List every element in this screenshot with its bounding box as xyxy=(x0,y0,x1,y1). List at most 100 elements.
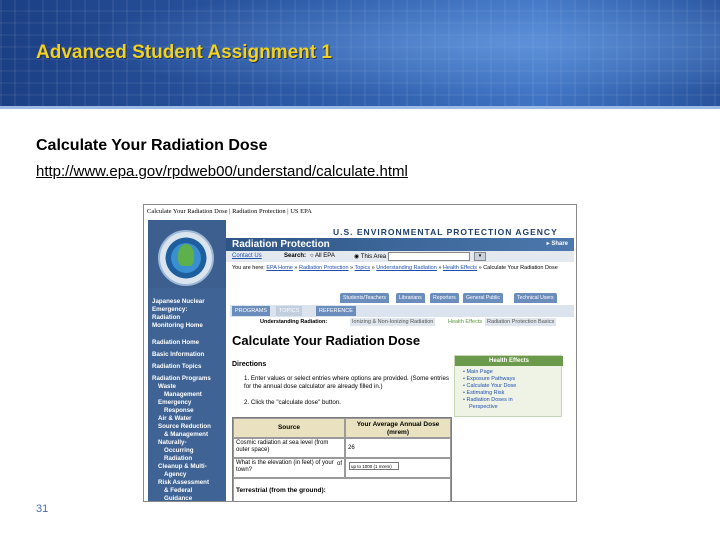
tab-programs[interactable]: PROGRAMS xyxy=(232,306,271,316)
he-exposure-label: Exposure Pathways xyxy=(466,376,516,382)
epa-seal-icon xyxy=(158,230,214,286)
tab-protection-basics[interactable]: Radiation Protection Basics xyxy=(485,318,557,326)
agency-name: U.S. ENVIRONMENTAL PROTECTION AGENCY xyxy=(333,227,558,237)
nav-source-management[interactable]: & Management xyxy=(164,431,208,438)
directions-heading: Directions xyxy=(232,361,267,368)
section-tabs: PROGRAMS TOPICS REFERENCE xyxy=(230,305,574,317)
tab-reporters[interactable]: Reporters xyxy=(430,293,459,303)
audience-tabs: Students/Teachers Librarians Reporters G… xyxy=(230,291,574,305)
nav-source-reduction[interactable]: Source Reduction xyxy=(158,423,211,430)
share-label: Share xyxy=(551,241,568,247)
nav-radiation-topics[interactable]: Radiation Topics xyxy=(152,363,201,370)
tab-students-teachers[interactable]: Students/Teachers xyxy=(340,293,389,303)
nav-guidance[interactable]: Guidance xyxy=(164,495,192,501)
dose-calculator-table: Source Your Average Annual Dose (mrem) C… xyxy=(232,417,452,501)
radio-all-epa-label: All EPA xyxy=(314,253,335,259)
section-title: Radiation Protection xyxy=(232,239,330,250)
epa-url-link[interactable]: http://www.epa.gov/rpdweb00/understand/c… xyxy=(36,163,408,180)
elevation-select[interactable]: up to 1000 (1 mrem) xyxy=(349,462,399,470)
radio-this-area[interactable]: ◉ This Area xyxy=(354,253,386,260)
radio-all-epa[interactable]: ○ All EPA xyxy=(310,253,335,259)
nav-cleanup[interactable]: Cleanup & Multi- xyxy=(158,463,207,470)
search-input[interactable] xyxy=(388,252,470,261)
contact-us-link[interactable]: Contact Us xyxy=(232,253,262,259)
row2-source-text: What is the elevation (in feet) of your … xyxy=(236,460,334,473)
nav-waste[interactable]: Waste xyxy=(158,383,176,390)
epa-page-screenshot: Calculate Your Radiation Dose | Radiatio… xyxy=(143,204,577,502)
breadcrumb-epa-home[interactable]: EPA Home xyxy=(266,265,293,271)
row2-of-label: of xyxy=(336,461,342,467)
slide-title: Advanced Student Assignment 1 xyxy=(36,42,332,63)
he-calculate-label: Calculate Your Dose xyxy=(466,383,517,389)
row2-dose-cell: up to 1000 (1 mrem) xyxy=(345,458,451,478)
browser-title: Calculate Your Radiation Dose | Radiatio… xyxy=(147,208,312,215)
he-doses-perspective[interactable]: • Radiation Doses in xyxy=(463,397,513,403)
breadcrumb-radiation-protection[interactable]: Radiation Protection xyxy=(299,265,349,271)
he-risk-label: Estimating Risk xyxy=(466,390,505,396)
health-effects-title: Health Effects xyxy=(455,356,563,366)
epa-header: U.S. ENVIRONMENTAL PROTECTION AGENCY Rad… xyxy=(148,220,574,288)
breadcrumb-topics[interactable]: Topics xyxy=(355,265,371,271)
nav-naturally[interactable]: Naturally- xyxy=(158,439,187,446)
breadcrumb-current: Calculate Your Radiation Dose xyxy=(483,265,558,271)
contact-search-row: Contact Us Search: ○ All EPA ◉ This Area… xyxy=(226,251,574,262)
terrestrial-row: Terrestrial (from the ground): xyxy=(233,478,451,501)
slide-number: 31 xyxy=(36,503,49,515)
he-exposure-pathways[interactable]: • Exposure Pathways xyxy=(463,376,515,382)
col-source-header: Source xyxy=(233,418,345,438)
breadcrumb-understanding[interactable]: Understanding Radiation xyxy=(376,265,437,271)
nav-radiation[interactable]: Radiation xyxy=(164,455,192,462)
he-main-page[interactable]: • Main Page xyxy=(463,369,493,375)
tab-health-effects[interactable]: Health Effects xyxy=(446,318,485,326)
direction-step-1: 1. Enter values or select entries where … xyxy=(244,375,449,390)
tab-ionizing[interactable]: Ionizing & Non-Ionizing Radiation xyxy=(350,318,436,326)
nav-emergency[interactable]: Emergency xyxy=(158,399,191,406)
nav-emergency-2[interactable]: Emergency: xyxy=(152,306,187,313)
share-button[interactable]: ▸ Share xyxy=(547,240,568,247)
nav-basic-information[interactable]: Basic Information xyxy=(152,351,204,358)
nav-air-water[interactable]: Air & Water xyxy=(158,415,191,422)
nav-emergency-3[interactable]: Radiation xyxy=(152,314,180,321)
nav-federal[interactable]: & Federal xyxy=(164,487,192,494)
he-calculate-dose[interactable]: • Calculate Your Dose xyxy=(463,383,516,389)
nav-emergency-4[interactable]: Monitoring Home xyxy=(152,322,203,329)
chevron-down-icon: ▾ xyxy=(478,253,482,259)
epa-flower-icon xyxy=(178,244,194,266)
tab-librarians[interactable]: Librarians xyxy=(396,293,425,303)
nav-waste-management[interactable]: Management xyxy=(164,391,202,398)
breadcrumb-prefix: You are here: xyxy=(232,265,265,271)
understanding-label: Understanding Radiation: xyxy=(260,319,328,325)
nav-emergency-response[interactable]: Response xyxy=(164,407,194,414)
section-title-bar: Radiation Protection ▸ Share xyxy=(226,238,574,251)
breadcrumb-health-effects[interactable]: Health Effects xyxy=(443,265,477,271)
row1-dose: 26 xyxy=(345,438,451,458)
tab-reference[interactable]: REFERENCE xyxy=(316,306,356,316)
search-label: Search: xyxy=(284,253,307,259)
radio-this-area-label: This Area xyxy=(360,254,387,260)
direction-step-2: 2. Click the "calculate dose" button. xyxy=(244,399,341,406)
banner-divider xyxy=(0,106,720,109)
nav-radiation-programs[interactable]: Radiation Programs xyxy=(152,375,211,382)
understanding-tabs: Understanding Radiation: Ionizing & Non-… xyxy=(230,317,574,327)
he-perspective[interactable]: Perspective xyxy=(469,404,498,410)
breadcrumb: You are here: EPA Home » Radiation Prote… xyxy=(232,265,558,271)
tab-technical-users[interactable]: Technical Users xyxy=(514,293,557,303)
he-main-page-label: Main Page xyxy=(466,369,493,375)
nav-radiation-home[interactable]: Radiation Home xyxy=(152,339,199,346)
epa-logo-panel xyxy=(148,220,226,288)
nav-risk-assessment[interactable]: Risk Assessment xyxy=(158,479,209,486)
col-dose-header: Your Average Annual Dose (mrem) xyxy=(345,418,451,438)
tab-general-public[interactable]: General Public xyxy=(463,293,504,303)
health-effects-box: Health Effects • Main Page • Exposure Pa… xyxy=(454,355,563,417)
tab-topics[interactable]: TOPICS xyxy=(276,306,303,316)
search-go-button[interactable]: ▾ xyxy=(474,252,486,261)
row1-source: Cosmic radiation at sea level (from oute… xyxy=(233,438,345,458)
left-navigation: Japanese Nuclear Emergency: Radiation Mo… xyxy=(148,288,226,501)
slide-subtitle: Calculate Your Radiation Dose xyxy=(36,137,268,154)
nav-agency[interactable]: Agency xyxy=(164,471,186,478)
nav-emergency-1[interactable]: Japanese Nuclear xyxy=(152,298,205,305)
he-estimating-risk[interactable]: • Estimating Risk xyxy=(463,390,504,396)
row2-source: What is the elevation (in feet) of your … xyxy=(233,458,345,478)
nav-occurring[interactable]: Occurring xyxy=(164,447,194,454)
he-doses-label: Radiation Doses in xyxy=(466,397,513,403)
